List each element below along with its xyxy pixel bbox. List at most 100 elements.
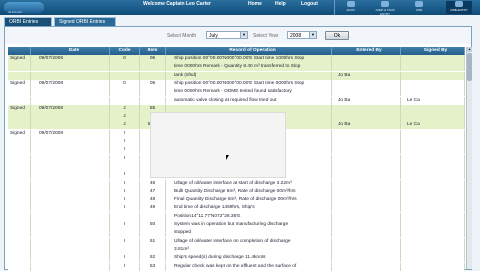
cell-date <box>31 88 110 97</box>
cell-date <box>31 154 110 163</box>
cell-record: Ship's speed(s) during discharge 11.4kno… <box>166 254 332 263</box>
tab-signed-orbi-entries[interactable]: Signed ORBI Entries <box>54 17 116 26</box>
cell-code <box>110 88 140 97</box>
cell-entered-by <box>332 154 401 163</box>
nav-edoc[interactable]: EDOC <box>338 1 364 14</box>
cell-date <box>31 212 110 221</box>
orb-icon <box>415 1 423 7</box>
cell-status <box>8 196 31 205</box>
cell-code: J <box>110 121 140 130</box>
ok-button[interactable]: Ok <box>325 31 349 40</box>
cell-status: Signed <box>8 129 31 138</box>
table-row[interactable]: I 52 Ship's speed(s) during discharge 11.4… <box>8 254 465 263</box>
cell-status <box>8 71 31 80</box>
cell-item <box>140 96 166 105</box>
cell-signed-by: Le Ca <box>401 96 465 105</box>
cell-status <box>8 221 31 229</box>
cell-item: 51 <box>140 237 166 246</box>
cell-date <box>31 121 110 130</box>
cell-record: Ullage of oil/water interface on complet… <box>166 237 332 246</box>
cell-entered-by <box>332 229 401 238</box>
cell-date <box>31 138 110 146</box>
table-row[interactable]: 3.81m³ <box>8 245 465 254</box>
table-row[interactable]: I 46 Ullage of oil/water interface at star… <box>8 179 465 188</box>
table-row[interactable]: I 48 Final Quantity Discharge 5m³, Rate of… <box>8 196 465 205</box>
cell-signed-by <box>401 204 465 213</box>
help-link[interactable]: Help <box>275 1 286 7</box>
column-header-code: Code <box>110 47 140 55</box>
cell-signed-by <box>401 221 465 229</box>
column-header-entered-by: Entered By <box>332 47 401 55</box>
month-value: July <box>209 33 218 39</box>
cell-code: I <box>110 146 140 155</box>
table-row[interactable]: Signed 09/07/2008 0 06 Ship position 00°00.0… <box>8 55 465 63</box>
cell-signed-by <box>401 104 465 113</box>
scroll-up-icon[interactable]: ▲ <box>467 47 472 52</box>
cell-code: I <box>110 129 140 138</box>
cell-signed-by <box>401 196 465 205</box>
cell-signed-by <box>401 179 465 188</box>
table-row[interactable]: I 47 Bulk Quantity Discharge 5m³, Rate of … <box>8 187 465 196</box>
cell-record: tank (sfsd) <box>166 71 332 80</box>
year-select[interactable]: 2008 ▼ <box>287 31 317 39</box>
jump-tank-icon <box>381 1 389 7</box>
cell-code: I <box>110 179 140 188</box>
cell-signed-by <box>401 154 465 163</box>
scroll-thumb[interactable] <box>467 53 472 81</box>
cell-code <box>110 212 140 221</box>
nav-orb-entry[interactable]: ORB ENTRY <box>446 1 472 14</box>
logo-subtitle: oil.intl.com <box>8 10 23 14</box>
month-select[interactable]: July ▼ <box>206 31 248 39</box>
table-row[interactable]: time 0000hrs Remark - Quantity 8.40 m³ t… <box>8 63 465 72</box>
table-row[interactable]: Position14°11.77'N072°26.36'E <box>8 212 465 221</box>
cell-entered-by <box>332 254 401 263</box>
cell-status <box>8 237 31 246</box>
vertical-scrollbar[interactable]: ▲ <box>466 47 472 269</box>
cell-entered-by <box>332 262 401 271</box>
cell-code <box>110 245 140 254</box>
table-row[interactable]: Signed 09/07/2008 0 06 Ship position 00°00.0… <box>8 79 465 88</box>
cell-date <box>31 221 110 229</box>
table-row[interactable]: I 50 System was in operation but manufactu… <box>8 221 465 229</box>
table-row[interactable]: tank (sfsd) Jo Ba <box>8 71 465 80</box>
cell-status <box>8 113 31 122</box>
table-row[interactable]: I 51 Ullage of oil/water interface on comp… <box>8 237 465 246</box>
cell-signed-by <box>401 129 465 138</box>
nav-orb[interactable]: ORB <box>406 1 432 14</box>
cell-status <box>8 88 31 97</box>
cell-code: J <box>110 104 140 113</box>
cell-entered-by <box>332 104 401 113</box>
cell-status <box>8 187 31 196</box>
cell-record: Ship position 00°00.00'N000°00.00'E Star… <box>166 55 332 63</box>
cell-signed-by <box>401 212 465 221</box>
mouse-cursor-icon <box>226 155 229 160</box>
cell-entered-by <box>332 55 401 63</box>
table-row[interactable]: I 49 End time of discharge 1459hrs, Ship's <box>8 204 465 213</box>
cell-date <box>31 262 110 271</box>
table-row[interactable]: stopped <box>8 229 465 238</box>
year-value: 2008 <box>290 33 302 39</box>
column-header-item: Item <box>140 47 166 55</box>
cell-date: 09/07/2008 <box>31 79 110 88</box>
cell-date <box>31 171 110 180</box>
cell-code: 0 <box>110 79 140 88</box>
cell-record: Ullage of oil/water interface at start o… <box>166 179 332 188</box>
cell-code: I <box>110 138 140 146</box>
table-row[interactable]: I 53 Regular check was kept on the effluen… <box>8 262 465 271</box>
cell-date <box>31 179 110 188</box>
nav-jump-tank[interactable]: JUMP & TANK ENTRY <box>372 1 398 16</box>
cell-date <box>31 187 110 196</box>
cell-date <box>31 146 110 155</box>
tab-orbi-entries[interactable]: ORBI Entries <box>4 17 52 26</box>
cell-item <box>140 245 166 254</box>
cell-status: Signed <box>8 104 31 113</box>
cell-date <box>31 113 110 122</box>
table-row[interactable]: automatic valve closing at required flow… <box>8 96 465 105</box>
cell-status <box>8 154 31 163</box>
logout-link[interactable]: Logout <box>301 1 318 7</box>
cell-code <box>110 96 140 105</box>
table-row[interactable]: time 0000hrs Remark - ODME tested found … <box>8 88 465 97</box>
cell-status <box>8 229 31 238</box>
home-link[interactable]: Home <box>248 1 262 7</box>
cell-entered-by <box>332 79 401 88</box>
